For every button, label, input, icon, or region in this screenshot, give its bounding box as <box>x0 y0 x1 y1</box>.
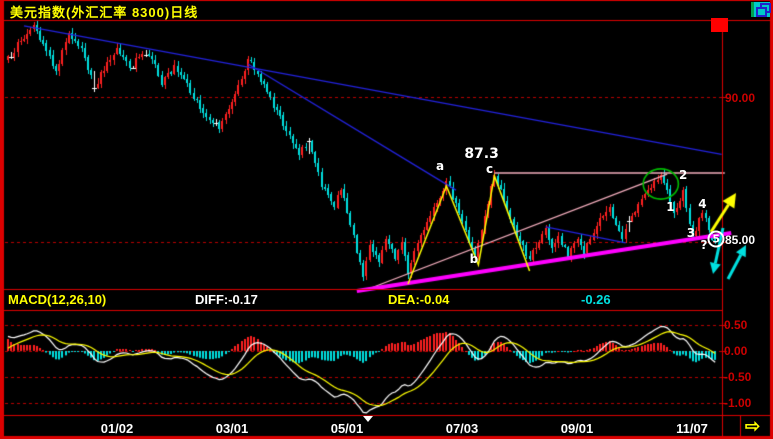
x-axis-label-4: 09/01 <box>560 421 594 436</box>
macd-diff-value: DIFF:-0.17 <box>195 292 258 307</box>
title-bar: 美元指数(外汇汇率 8300)日线 <box>0 0 773 20</box>
restore-icon-front-square <box>756 7 767 17</box>
macd-params-label: MACD(12,26,10) <box>8 292 107 307</box>
macd-axis-label-3: -1.00 <box>724 396 752 410</box>
macd-hist-value: -0.26 <box>581 292 611 307</box>
x-axis-label-2: 05/01 <box>330 421 364 436</box>
top-right-marker <box>711 18 728 32</box>
macd-axis-label-2: -0.50 <box>724 370 752 384</box>
x-axis-label-3: 07/03 <box>445 421 479 436</box>
macd-axis-label-1: 0.00 <box>724 344 748 358</box>
scroll-right-button[interactable]: ⇨ <box>745 416 760 436</box>
app-window: 美元指数(外汇汇率 8300)日线 90.00 85.00 MACD(12,26… <box>0 0 773 439</box>
x-axis-label-1: 03/01 <box>215 421 249 436</box>
x-axis-label-5: 11/07 <box>676 421 708 436</box>
price-chart-canvas[interactable] <box>0 0 773 439</box>
macd-dea-value: DEA:-0.04 <box>388 292 450 307</box>
current-position-marker <box>363 416 373 422</box>
macd-axis-label-0: 0.50 <box>724 318 748 332</box>
chart-title: 美元指数(外汇汇率 8300)日线 <box>10 5 199 20</box>
restore-window-icon[interactable] <box>751 2 771 17</box>
current-price-label: 85.00 <box>725 233 756 247</box>
x-axis-label-0: 01/02 <box>100 421 134 436</box>
y-axis-label-90: 90.00 <box>725 91 756 105</box>
